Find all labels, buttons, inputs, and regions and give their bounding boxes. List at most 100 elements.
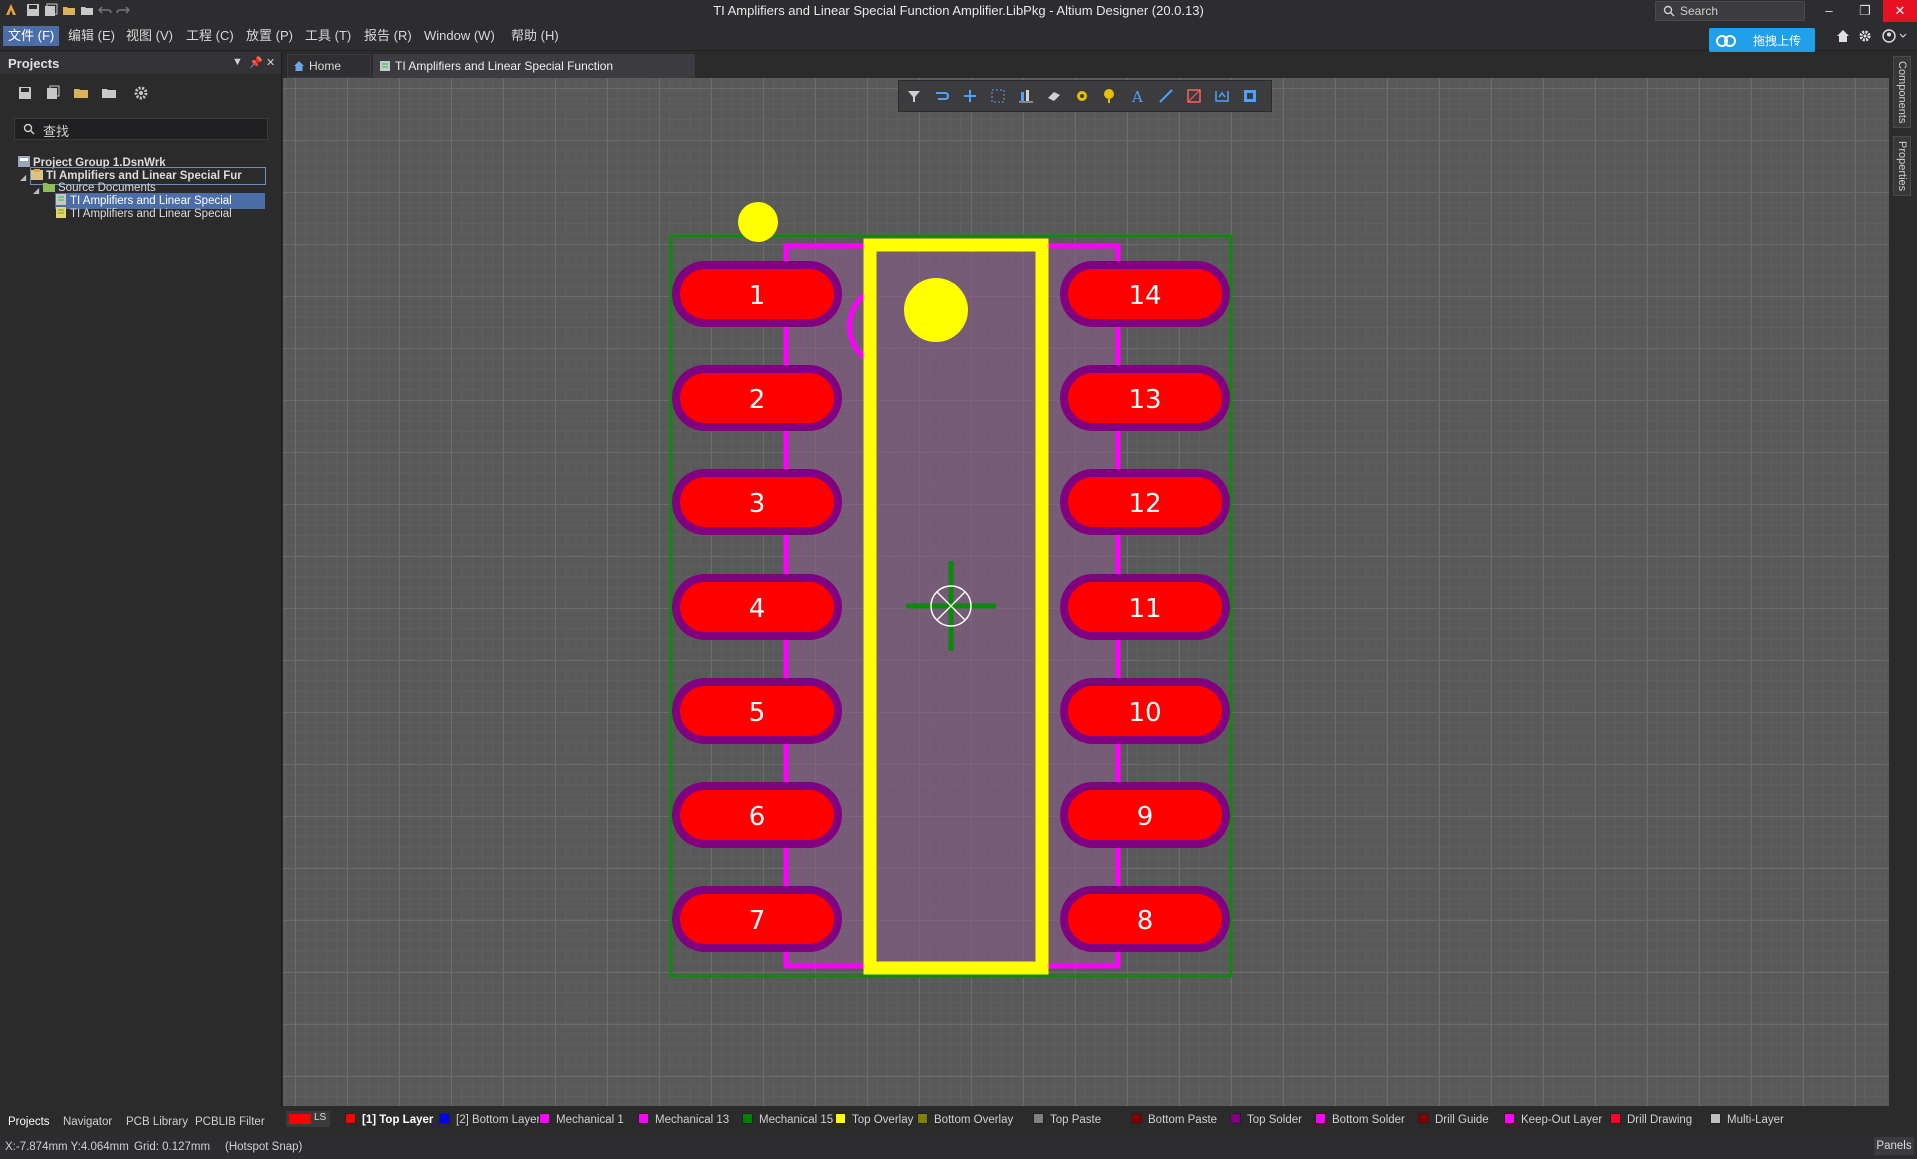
layer-tab[interactable]: Mechanical 13 [638, 1112, 729, 1128]
move-cross-icon[interactable] [961, 87, 979, 105]
menu-file[interactable]: 文件 (F) [3, 26, 60, 46]
layer-tab-label: Multi-Layer [1727, 1114, 1784, 1126]
search-placeholder: Search [1680, 4, 1719, 18]
layer-tab-label: Mechanical 1 [556, 1114, 624, 1126]
menu-window[interactable]: Window (W) [419, 26, 500, 46]
layer-color-swatch [439, 1113, 450, 1124]
active-bar-toolbar: A [898, 80, 1272, 112]
tree-expand-icon[interactable]: ◢ [33, 186, 39, 195]
place-keepout-icon[interactable] [1241, 87, 1259, 105]
minimize-button[interactable]: – [1812, 0, 1846, 22]
menu-place[interactable]: 放置 (P) [241, 26, 298, 46]
layer-tab[interactable]: Multi-Layer [1710, 1112, 1784, 1128]
title-bar: TI Amplifiers and Linear Special Functio… [0, 0, 1917, 22]
grid-size: Grid: 0.127mm [134, 1141, 211, 1153]
layer-tab[interactable]: Drill Drawing [1610, 1112, 1692, 1128]
tab-navigator[interactable]: Navigator [63, 1116, 112, 1128]
project-options-folder-icon[interactable] [100, 84, 118, 102]
save-project-icon[interactable] [16, 84, 34, 102]
layer-set-button[interactable]: LS [286, 1111, 330, 1127]
find-input[interactable]: 查找 [14, 118, 268, 140]
layer-tab[interactable]: Top Solder [1230, 1112, 1302, 1128]
panel-tabs: Projects Navigator PCB Library PCBLIB Fi… [0, 1112, 281, 1134]
close-button[interactable]: ✕ [1883, 0, 1917, 22]
layer-color-swatch [1710, 1113, 1721, 1124]
upload-button[interactable]: 拖拽上传 [1709, 28, 1815, 52]
panel-menu-chevron-icon[interactable]: ▼ [232, 56, 243, 68]
align-icon[interactable] [1017, 87, 1035, 105]
open-folder-icon[interactable] [72, 84, 90, 102]
menu-edit[interactable]: 编辑 (E) [63, 26, 120, 46]
search-input[interactable]: Search [1655, 1, 1805, 21]
tab-home-page[interactable]: Home Page [287, 54, 371, 95]
layer-tab-label: Mechanical 13 [655, 1114, 730, 1126]
pin1-marker-dot [738, 202, 778, 242]
pad-number-label: 13 [1128, 385, 1161, 415]
layer-tab-label: Bottom Overlay [934, 1114, 1014, 1126]
menu-tools[interactable]: 工具 (T) [300, 26, 356, 46]
place-dimension-icon[interactable] [1213, 87, 1231, 105]
panel-close-icon[interactable]: ✕ [266, 56, 275, 69]
place-text-icon[interactable]: A [1129, 87, 1147, 105]
select-connection-icon[interactable] [933, 87, 951, 105]
place-line-icon[interactable] [1157, 87, 1175, 105]
menu-help[interactable]: 帮助 (H) [506, 26, 564, 46]
tree-item-label: TI Amplifiers and Linear Special [70, 208, 232, 220]
pad-number-label: 2 [749, 385, 766, 415]
menu-reports[interactable]: 报告 (R) [359, 26, 417, 46]
pad-number-label: 1 [749, 281, 766, 311]
menu-view[interactable]: 视图 (V) [121, 26, 178, 46]
layer-tab[interactable]: Bottom Paste [1131, 1112, 1217, 1128]
layer-tab[interactable]: Top Paste [1033, 1112, 1101, 1128]
status-bar: X:-7.874mm Y:4.064mm Grid: 0.127mm (Hots… [0, 1135, 1917, 1159]
panel-settings-gear-icon[interactable] [132, 84, 150, 102]
search-icon [1663, 5, 1675, 17]
user-account-icon[interactable] [1882, 29, 1908, 43]
tab-pcblib-document[interactable]: TI Amplifiers and Linear Special Functio… [373, 54, 695, 95]
tab-properties[interactable]: Properties [1893, 136, 1911, 197]
layer-set-color-swatch [289, 1114, 311, 1124]
place-component-icon[interactable] [1045, 87, 1063, 105]
filter-icon[interactable] [905, 87, 923, 105]
panels-button[interactable]: Panels [1874, 1137, 1914, 1155]
pad-number-label: 12 [1128, 489, 1161, 519]
layer-tab[interactable]: Keep-Out Layer [1504, 1112, 1602, 1128]
compile-icon[interactable] [44, 84, 62, 102]
layer-tab[interactable]: Bottom Solder [1315, 1112, 1405, 1128]
panel-pin-icon[interactable]: 📌 [249, 56, 263, 69]
projects-panel-header: Projects ▼ 📌 ✕ [0, 52, 281, 74]
library-package-icon [31, 169, 43, 180]
pad-number-label: 10 [1128, 698, 1161, 728]
home-icon[interactable] [1836, 29, 1850, 43]
layer-tab[interactable]: Top Overlay [835, 1112, 913, 1128]
menu-bar: 文件 (F) 编辑 (E) 视图 (V) 工程 (C) 放置 (P) 工具 (T… [0, 22, 1917, 51]
layer-tab[interactable]: [2] Bottom Layer [439, 1112, 540, 1128]
tab-pcblib-filter[interactable]: PCBLIB Filter [195, 1116, 265, 1128]
menu-project[interactable]: 工程 (C) [181, 26, 239, 46]
place-region-icon[interactable] [1185, 87, 1203, 105]
tab-pcb-library[interactable]: PCB Library [126, 1116, 188, 1128]
restore-button[interactable]: ❐ [1848, 0, 1882, 22]
layer-color-swatch [1230, 1113, 1241, 1124]
layer-tab[interactable]: Mechanical 1 [539, 1112, 624, 1128]
tree-expand-icon[interactable]: ◢ [20, 173, 26, 182]
pad-number-label: 5 [749, 698, 766, 728]
layer-tab[interactable]: [1] Top Layer [345, 1112, 433, 1128]
pad-number-label: 4 [749, 594, 766, 624]
tree-item-schlib[interactable]: TI Amplifiers and Linear Special [55, 206, 265, 222]
place-via-icon[interactable] [1101, 87, 1119, 105]
layer-tab-label: Drill Drawing [1627, 1114, 1693, 1126]
select-rectangle-icon[interactable] [989, 87, 1007, 105]
settings-gear-icon[interactable] [1858, 29, 1872, 43]
layer-tab[interactable]: Drill Guide [1418, 1112, 1489, 1128]
snap-mode: (Hotspot Snap) [225, 1141, 303, 1153]
layer-tab-label: Top Solder [1247, 1114, 1302, 1126]
pcblib-document-icon [56, 194, 66, 205]
layer-tab[interactable]: Mechanical 15 [742, 1112, 833, 1128]
pcb-canvas[interactable]: 1 2 3 4 5 6 7 14 13 12 11 10 9 8 [283, 78, 1889, 1106]
layer-tab[interactable]: Bottom Overlay [917, 1112, 1013, 1128]
tab-projects[interactable]: Projects [8, 1116, 50, 1128]
tab-components[interactable]: Components [1893, 56, 1911, 129]
projects-panel-title: Projects [8, 56, 60, 71]
place-pad-icon[interactable] [1073, 87, 1091, 105]
